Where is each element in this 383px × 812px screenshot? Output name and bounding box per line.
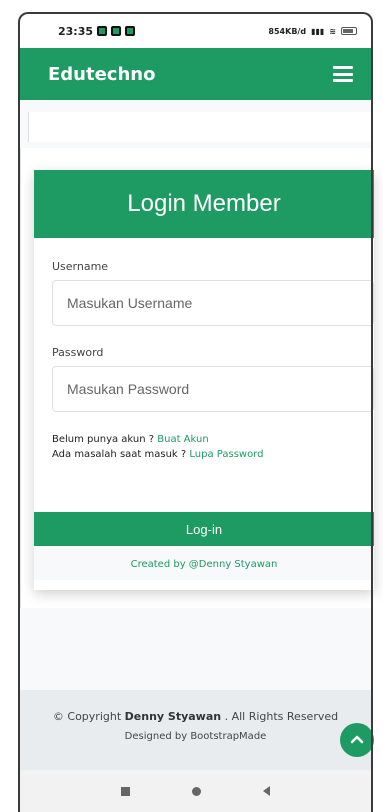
signal-icon: ▮▮▮ <box>311 26 325 36</box>
created-by-text: Created by @Denny Styawan <box>34 548 374 580</box>
copyright-text: © Copyright Denny Styawan . All Rights R… <box>20 710 371 723</box>
notification-icon <box>125 26 136 36</box>
designed-by-text: Designed by BootstrapMade <box>124 731 267 742</box>
status-right: 854KB/d ▮▮▮ ≋ <box>268 27 357 36</box>
register-link[interactable]: Buat Akun <box>157 434 208 445</box>
brand-logo[interactable]: Edutechno <box>48 64 155 85</box>
recent-apps-icon[interactable] <box>121 786 130 796</box>
login-card-header: Login Member <box>34 170 374 238</box>
notification-icon <box>111 26 122 36</box>
top-navbar: Edutechno <box>20 48 371 100</box>
back-icon[interactable] <box>263 786 270 796</box>
home-icon[interactable] <box>192 786 201 796</box>
username-input[interactable] <box>52 280 374 326</box>
chevron-up-icon <box>350 735 364 744</box>
background-panel <box>28 112 374 142</box>
network-speed: 854KB/d <box>268 26 307 36</box>
copyright-suffix: . All Rights Reserved <box>221 710 339 723</box>
login-button[interactable]: Log-in <box>34 512 374 546</box>
menu-icon-bar <box>333 72 353 76</box>
footer: © Copyright Denny Styawan . All Rights R… <box>20 690 371 770</box>
no-account-text: Belum punya akun ? <box>52 434 158 445</box>
register-help: Belum punya akun ? Buat Akun <box>52 432 356 447</box>
forgot-password-link[interactable]: Lupa Password <box>189 449 263 460</box>
system-navigation-bar <box>20 770 371 812</box>
password-input[interactable] <box>52 366 374 412</box>
forgot-help: Ada masalah saat masuk ? Lupa Password <box>52 447 356 462</box>
password-label: Password <box>52 346 104 359</box>
copyright-prefix: © Copyright <box>52 710 125 723</box>
back-to-top-button[interactable] <box>340 723 374 757</box>
menu-icon-bar <box>333 79 353 82</box>
battery-icon <box>341 27 357 35</box>
status-bar: 23:35 854KB/d ▮▮▮ ≋ <box>20 14 371 48</box>
menu-icon[interactable] <box>333 66 353 82</box>
status-time: 23:35 <box>58 24 94 38</box>
wifi-icon: ≋ <box>329 26 336 36</box>
login-title: Login Member <box>127 190 281 217</box>
username-label: Username <box>52 260 109 273</box>
login-card: Login Member Username Password Belum pun… <box>34 170 374 590</box>
menu-icon-bar <box>333 66 353 69</box>
login-form: Username Password Belum punya akun ? Bua… <box>34 238 374 462</box>
problem-text: Ada masalah saat masuk ? <box>52 449 190 460</box>
copyright-owner: Denny Styawan <box>124 710 222 723</box>
notification-icon <box>97 26 108 36</box>
status-left: 23:35 <box>58 24 136 38</box>
